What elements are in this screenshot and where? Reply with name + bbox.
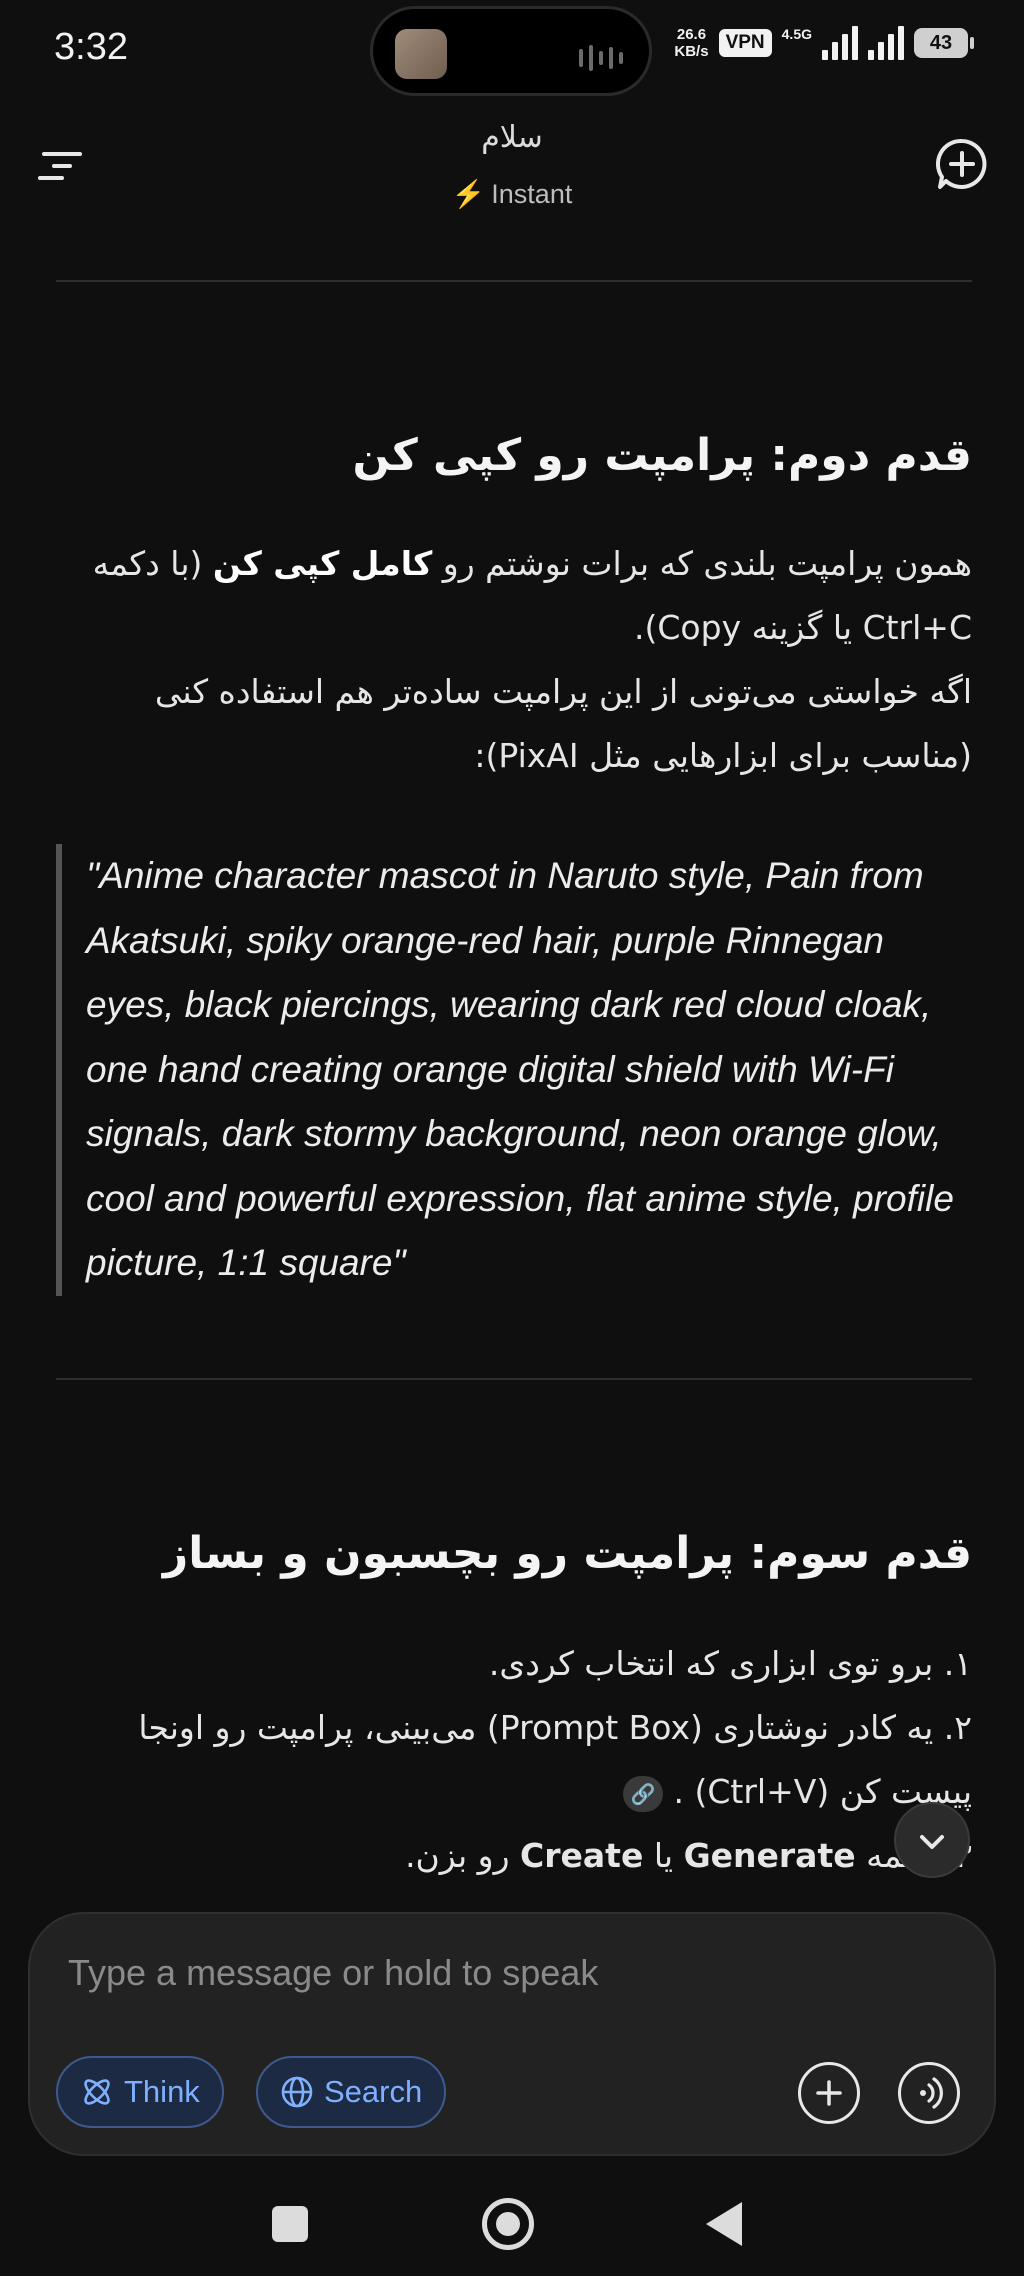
globe-icon xyxy=(281,2076,313,2108)
divider xyxy=(56,280,972,282)
message-input[interactable]: Type a message or hold to speak xyxy=(68,1952,598,1994)
battery-icon: 43 xyxy=(914,28,974,58)
recents-button[interactable] xyxy=(272,2206,308,2242)
step2-paragraph-2: اگه خواستی می‌تونی از این پرامپت ساده‌تر… xyxy=(154,672,972,775)
list-item: ۲. یه کادر نوشتاری (Prompt Box) می‌بینی،… xyxy=(56,1696,972,1824)
create-bold: Create xyxy=(520,1836,644,1875)
step3-heading: قدم سوم: پرامپت رو بچسبون و بساز xyxy=(162,1528,972,1579)
step2-paragraph-1: همون پرامپت بلندی که برات نوشتم رو کامل … xyxy=(56,532,972,660)
message-composer: Type a message or hold to speak Think Se… xyxy=(28,1912,996,2156)
model-selector[interactable]: ⚡ Instant xyxy=(0,178,1024,210)
system-nav-bar xyxy=(0,2176,1024,2276)
chat-header: سلام ⚡ Instant xyxy=(0,100,1024,230)
signal-bars-2-icon xyxy=(868,26,904,60)
net-speed-unit: KB/s xyxy=(674,43,709,60)
list-item-text: رو بزن. xyxy=(405,1836,521,1875)
back-button[interactable] xyxy=(706,2202,742,2246)
lightning-icon: ⚡ xyxy=(451,179,486,209)
chevron-down-icon xyxy=(920,1835,944,1849)
think-button[interactable]: Think xyxy=(56,2056,224,2128)
step2-p1-bold: کامل کپی کن xyxy=(212,544,433,583)
voice-mode-button[interactable] xyxy=(898,2062,960,2124)
list-item-text: یا xyxy=(643,1836,684,1875)
audio-wave-icon xyxy=(579,45,623,71)
step2-heading: قدم دوم: پرامپت رو کپی کن xyxy=(352,430,972,481)
step3-list: ۱. برو توی ابزاری که انتخاب کردی. ۲. یه … xyxy=(56,1632,972,1888)
dynamic-island[interactable] xyxy=(370,6,652,96)
think-label: Think xyxy=(124,2074,200,2109)
home-button[interactable] xyxy=(482,2198,534,2250)
status-time: 3:32 xyxy=(54,26,128,68)
network-type: 4.5G xyxy=(781,26,812,42)
vpn-badge: VPN xyxy=(718,29,772,57)
search-button[interactable]: Search xyxy=(256,2056,447,2128)
scroll-down-button[interactable] xyxy=(894,1802,970,1878)
plus-icon xyxy=(816,2080,842,2106)
link-icon[interactable]: 🔗 xyxy=(623,1775,664,1812)
prompt-quote: "Anime character mascot in Naruto style,… xyxy=(56,844,972,1296)
status-bar: 3:32 26.6 KB/s VPN 4.5G 43 xyxy=(0,0,1024,100)
step2-p1-pre: همون پرامپت بلندی که برات نوشتم رو xyxy=(432,544,972,583)
divider xyxy=(56,1378,972,1380)
model-label: Instant xyxy=(491,179,573,209)
signal-bars-icon xyxy=(822,26,858,60)
voice-wave-icon xyxy=(920,2077,943,2109)
chat-title[interactable]: سلام xyxy=(0,120,1024,155)
system-indicators: 26.6 KB/s VPN 4.5G 43 xyxy=(674,26,974,60)
media-thumbnail xyxy=(395,29,447,79)
net-speed: 26.6 KB/s xyxy=(674,26,708,60)
generate-bold: Generate xyxy=(683,1836,856,1875)
list-item: ۱. برو توی ابزاری که انتخاب کردی. xyxy=(488,1644,972,1683)
search-label: Search xyxy=(324,2074,423,2109)
net-speed-value: 26.6 xyxy=(676,26,707,43)
list-item: ۳. دکمه Generate یا Create رو بزن. xyxy=(56,1824,972,1888)
attach-button[interactable] xyxy=(798,2062,860,2124)
new-chat-icon[interactable] xyxy=(934,136,990,192)
list-item-text: ۲. یه کادر نوشتاری (Prompt Box) می‌بینی،… xyxy=(138,1708,972,1811)
atom-icon xyxy=(84,2079,110,2105)
